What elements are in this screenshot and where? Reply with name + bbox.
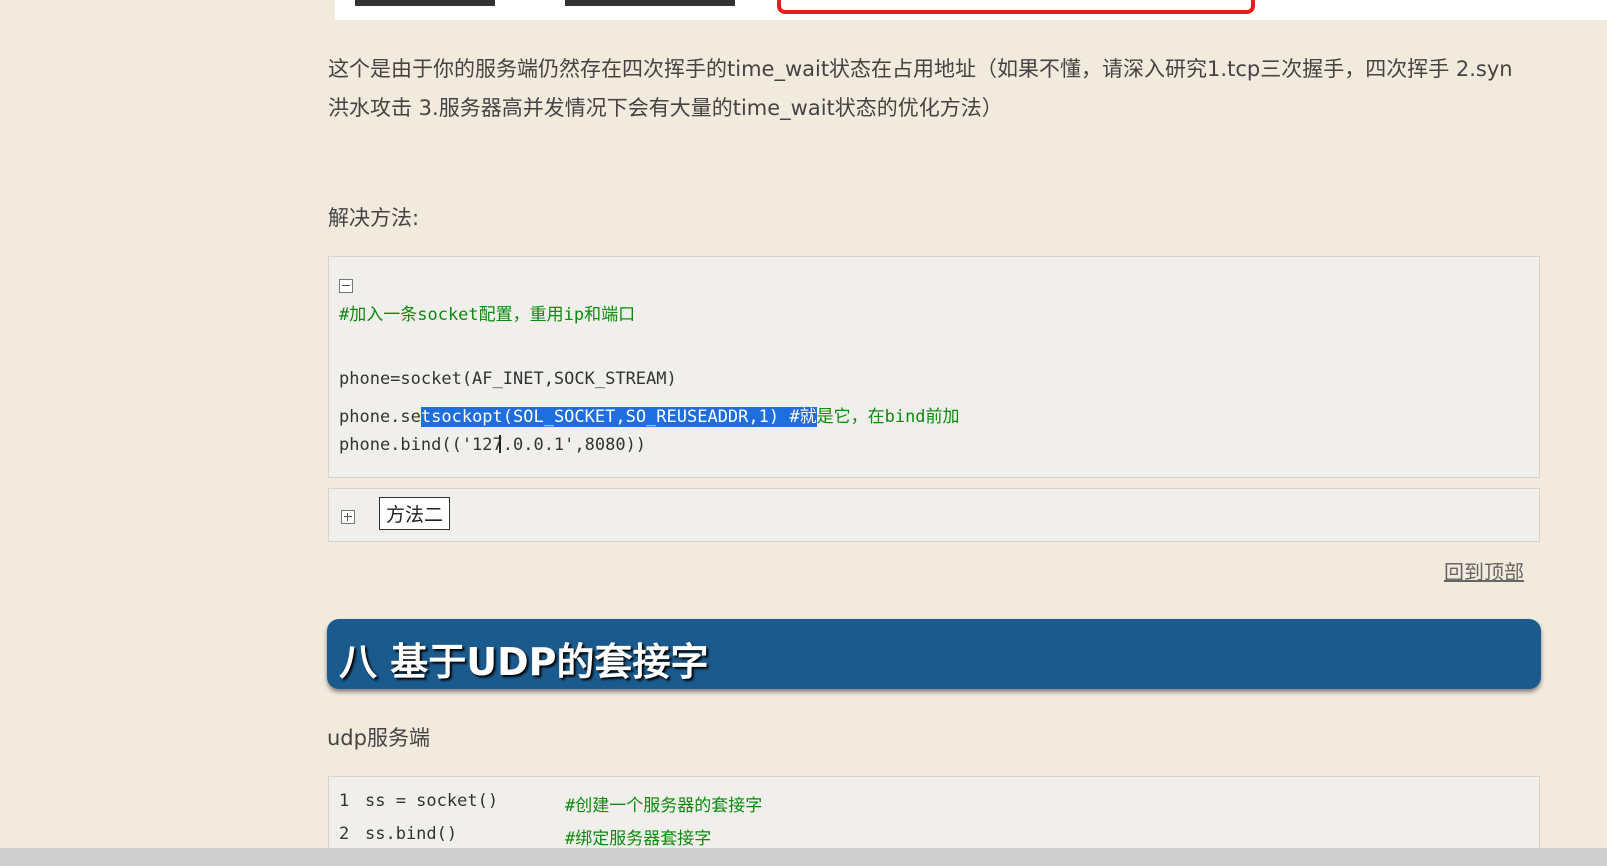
code-comment: #创建一个服务器的套接字 [565, 796, 763, 816]
code-text: ss = socket() [365, 791, 499, 811]
text-cursor-icon [499, 435, 501, 453]
back-to-top-link[interactable]: 回到顶部 [1444, 556, 1524, 585]
code-block-udp: 1 ss = socket() #创建一个服务器的套接字 2 ss.bind()… [328, 776, 1540, 854]
collapsed-code-block: 方法二 [328, 488, 1540, 542]
horizontal-scrollbar[interactable] [0, 848, 1607, 866]
code-comment: #绑定服务器套接字 [565, 829, 712, 849]
line-number: 2 [339, 824, 350, 844]
explanation-paragraph: 这个是由于你的服务端仍然存在四次挥手的time_wait状态在占用地址（如果不懂… [328, 57, 1513, 120]
selected-text: tsockopt(SOL_SOCKET,SO_REUSEADDR,1) #就 [420, 407, 817, 427]
code-comment: #加入一条socket配置，重用ip和端口 [339, 305, 636, 325]
code-line-bind: phone.bind(('127.0.0.1',8080)) [339, 435, 647, 455]
solution-label: 解决方法: [328, 206, 420, 230]
code-block: #加入一条socket配置，重用ip和端口 phone=socket(AF_IN… [328, 256, 1540, 478]
line-number: 1 [339, 791, 350, 811]
code-text: ss.bind() [365, 824, 458, 844]
section-title: 八 基于UDP的套接字 [339, 640, 709, 684]
collapse-icon[interactable] [339, 279, 353, 293]
section-header: 八 基于UDP的套接字 [327, 619, 1541, 689]
code-line-socket: phone=socket(AF_INET,SOCK_STREAM) [339, 369, 677, 389]
code-comment-tail: 是它，在bind前加 [816, 407, 960, 427]
method2-label[interactable]: 方法二 [379, 497, 451, 530]
code-text: phone.se [339, 407, 421, 427]
udp-server-label: udp服务端 [327, 726, 430, 750]
top-image-fragment [335, 0, 1607, 20]
expand-icon[interactable] [341, 510, 355, 524]
text-fragment [355, 0, 495, 6]
code-line-setsockopt: phone.setsockopt(SOL_SOCKET,SO_REUSEADDR… [339, 402, 960, 427]
text-fragment [565, 0, 735, 6]
highlight-box [777, 0, 1255, 14]
